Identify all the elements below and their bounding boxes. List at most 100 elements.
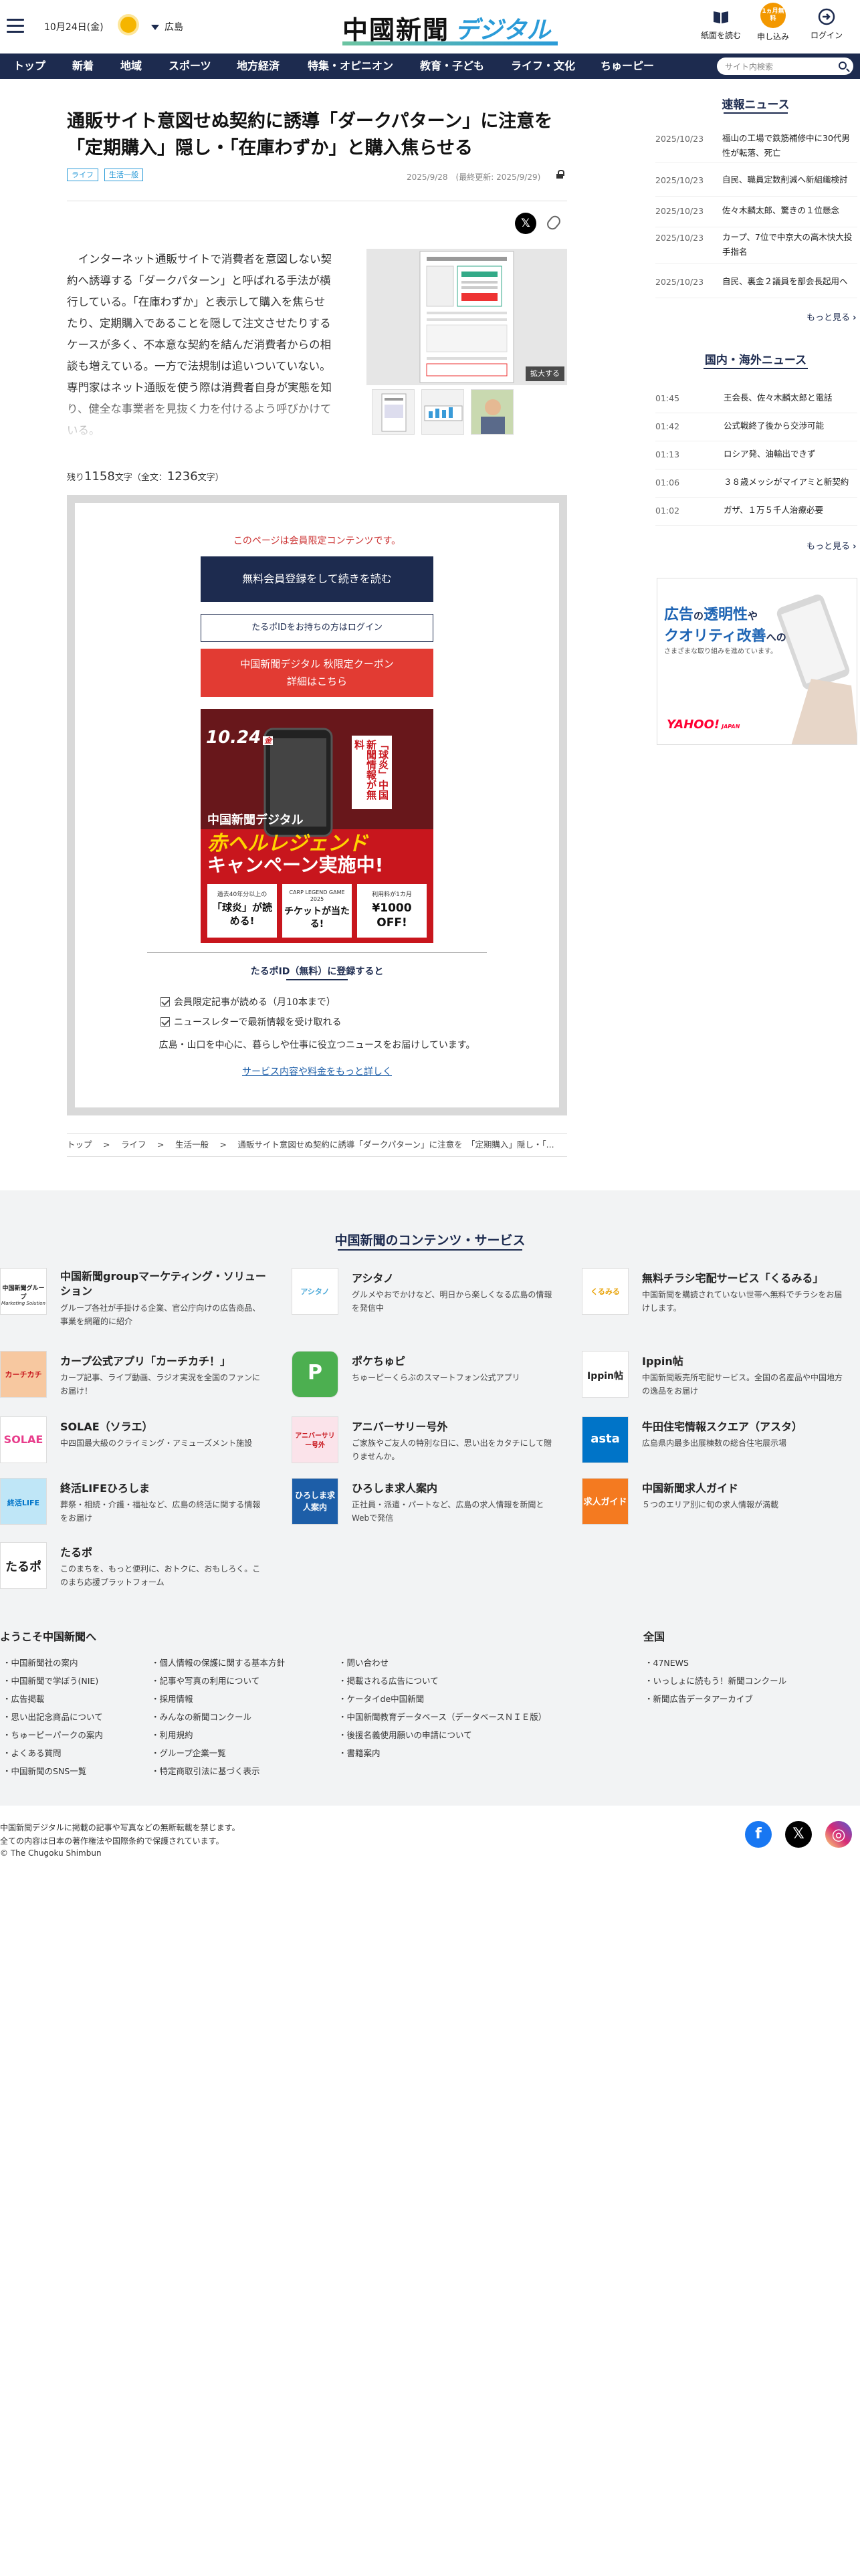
hamburger-menu-icon[interactable] xyxy=(7,19,24,33)
more-label: もっと見る xyxy=(807,542,851,552)
nav-item-top[interactable]: トップ xyxy=(13,53,45,79)
footer-link[interactable]: ・思い出記念商品について xyxy=(3,1710,103,1723)
nav-item-life[interactable]: ライフ・文化 xyxy=(511,53,575,79)
footer-link[interactable]: ・中国新聞のSNS一覧 xyxy=(3,1764,86,1777)
service-marketing[interactable]: 中国新聞グループ Marketing Solution 中国新聞groupマーケティ… xyxy=(0,1268,267,1326)
footer-link[interactable]: ・広告掲載 xyxy=(3,1692,45,1705)
breaking-news-item[interactable]: 2025/10/23 佐々木麟太郎、驚きの１位懸念 xyxy=(655,203,857,227)
footer-link[interactable]: ・掲載される広告について xyxy=(338,1674,439,1687)
thumbnail-1[interactable] xyxy=(372,389,415,435)
footer-link[interactable]: ・中国新聞社の案内 xyxy=(3,1656,78,1669)
service-desc: ちゅーピーくらぶのスマートフォン公式アプリ xyxy=(352,1373,520,1382)
footer-link[interactable]: ・採用情報 xyxy=(151,1692,193,1705)
search-icon[interactable] xyxy=(839,62,847,70)
share-x-button[interactable]: 𝕏 xyxy=(515,213,536,234)
world-news-item[interactable]: 01:45 王会長、佐々木麟太郎と電話 xyxy=(655,391,857,413)
breadcrumb-top[interactable]: トップ xyxy=(67,1140,92,1150)
taruPo-login-button[interactable]: たるポIDをお持ちの方はログイン xyxy=(201,614,433,642)
footer-link-text: 利用規約 xyxy=(159,1730,193,1740)
news-time: 2025/10/23 xyxy=(655,277,704,287)
thumbnail-2[interactable] xyxy=(421,389,464,435)
world-news-item[interactable]: 01:06 ３８歳メッシがマイアミと新契約 xyxy=(655,475,857,498)
footer-link[interactable]: ・いっしょに読もう！新聞コンクール xyxy=(645,1674,786,1687)
nav-item-education[interactable]: 教育・子ども xyxy=(420,53,484,79)
instagram-icon[interactable]: ◎ xyxy=(825,1821,852,1848)
breadcrumb-general[interactable]: 生活一般 xyxy=(175,1140,209,1150)
tag-general[interactable]: 生活一般 xyxy=(104,169,143,181)
nav-item-economy[interactable]: 地方経済 xyxy=(237,53,280,79)
current-date: 10月24日(金) xyxy=(44,22,104,33)
world-news-item[interactable]: 01:02 ガザ、１万５千人治療必要 xyxy=(655,503,857,526)
breaking-news-item[interactable]: 2025/10/23 カープ、7位で中京大の高木快大投手指名 xyxy=(655,230,857,263)
breaking-news-title: 速報ニュース xyxy=(722,98,790,112)
site-search[interactable]: サイト内検索 xyxy=(717,58,853,75)
footer-link[interactable]: ・問い合わせ xyxy=(338,1656,389,1669)
remaining-characters: 残り1158文字（全文：1236文字） xyxy=(67,469,224,484)
prefecture-selector[interactable]: 広島 xyxy=(151,20,183,33)
footer-link[interactable]: ・中国新聞教育データベース（データベースＮＩＥ版） xyxy=(338,1710,546,1723)
footer-link[interactable]: ・よくある質問 xyxy=(3,1746,62,1759)
service-anniversary[interactable]: アニバーサリー号外 アニバーサリー号外 ご家族やご友人の特別な日に、思い出をカタチに… xyxy=(292,1416,559,1463)
campaign-banner[interactable]: 10.24 金 「球炎」中国新聞情報が無料 中国新聞デジタル 赤ヘルレジェンド キ… xyxy=(201,709,433,943)
footer-link[interactable]: ・ケータイde中国新聞 xyxy=(338,1692,424,1705)
autumn-coupon-button[interactable]: 中国新聞デジタル 秋限定クーポン 詳細はこちら xyxy=(201,649,433,697)
footer-link[interactable]: ・特定商取引法に基づく表示 xyxy=(151,1764,260,1777)
service-job-guide[interactable]: 求人ガイド 中国新聞求人ガイド ５つのエリア別に旬の求人情報が満載 xyxy=(582,1478,849,1525)
login-button[interactable]: ログイン xyxy=(801,7,852,41)
footer-link[interactable]: ・中国新聞で学ぼう(NIE) xyxy=(3,1674,98,1687)
footer-link[interactable]: ・47NEWS xyxy=(645,1656,689,1669)
footer-link-text: 記事や写真の利用について xyxy=(159,1676,260,1686)
footer-link[interactable]: ・ちゅーピーパークの案内 xyxy=(3,1728,103,1741)
service-ippincho[interactable]: Ippin帖 Ippin帖 中国新聞販売所宅配サービス。全国の名産品や中国地方の逸品… xyxy=(582,1351,849,1398)
expand-image-button[interactable]: 拡大する xyxy=(526,366,564,381)
service-asta[interactable]: asta 牛田住宅情報スクエア（アスタ） 広島県内最多出展棟数の総合住宅展示場 xyxy=(582,1416,849,1463)
service-hiroshima-jobs[interactable]: ひろしま求人案内 ひろしま求人案内 正社員・派遣・パートなど、広島の求人情報を新聞と… xyxy=(292,1478,559,1525)
footer-link[interactable]: ・個人情報の保護に関する基本方針 xyxy=(151,1656,285,1669)
yahoo-ad-banner[interactable]: 広告の透明性や クオリティ改善への さまざまな取り組みを進めています。 YAHO… xyxy=(657,578,857,745)
site-logo[interactable]: 中國新聞 デジタル xyxy=(342,8,550,43)
service-carp-app[interactable]: カーチカチ カープ公式アプリ「カーチカチ！」 カープ記事、ライブ動画、ラジオ実況を全… xyxy=(0,1351,267,1398)
footer-link[interactable]: ・グループ企業一覧 xyxy=(151,1746,226,1759)
nav-item-sports[interactable]: スポーツ xyxy=(169,53,211,79)
footer-link[interactable]: ・利用規約 xyxy=(151,1728,193,1741)
member-only-notice: このページは会員限定コンテンツです。 xyxy=(233,536,401,546)
apply-button[interactable]: 1ヵ月無料 申し込み xyxy=(748,3,798,42)
ad-line-1: 広告の透明性や xyxy=(664,603,758,624)
service-kurumiru[interactable]: くるみる 無料チラシ宅配サービス「くるみる」 中国新聞を購読されていない世帯へ無料で… xyxy=(582,1268,849,1321)
world-news-item[interactable]: 01:13 ロシア発、油輸出できず xyxy=(655,447,857,469)
footer-link[interactable]: ・みんなの新聞コンクール xyxy=(151,1710,251,1723)
breaking-news-item[interactable]: 2025/10/23 福山の工場で鉄筋補修中に30代男性が転落、死亡 xyxy=(655,131,857,163)
x-icon[interactable]: 𝕏 xyxy=(785,1821,812,1848)
nav-item-new[interactable]: 新着 xyxy=(72,53,94,79)
breadcrumb-life[interactable]: ライフ xyxy=(121,1140,146,1150)
search-input[interactable]: サイト内検索 xyxy=(725,62,773,72)
service-pokechupi[interactable]: P ポケちゅピ ちゅーピーくらぶのスマートフォン公式アプリ xyxy=(292,1351,559,1398)
register-button[interactable]: 無料会員登録をして続きを読む xyxy=(201,556,433,602)
service-tarupo[interactable]: たるポ たるポ このまちを、もっと便利に、おトクに、おもしろく。このまち応援プラット… xyxy=(0,1542,267,1589)
footer-link[interactable]: ・新聞広告データアーカイブ xyxy=(645,1692,753,1705)
service-solae[interactable]: SOLAE SOLAE（ソラエ） 中四国最大級のクライミング・アミューズメント施設 xyxy=(0,1416,267,1463)
campaign-box-1: 過去40年分以上の 「球炎」が読める! xyxy=(207,884,277,938)
world-more-link[interactable]: もっと見る › xyxy=(807,539,857,552)
news-title: ロシア発、油輸出できず xyxy=(724,449,816,459)
nav-item-region[interactable]: 地域 xyxy=(120,53,142,79)
service-details-link[interactable]: サービス内容や料金をもっと詳しく xyxy=(75,1065,559,1078)
footer-link[interactable]: ・書籍案内 xyxy=(338,1746,381,1759)
service-ashitano[interactable]: アシタノ アシタノ グルメやおでかけなど、明日から楽しくなる広島の情報を発信中 xyxy=(292,1268,559,1321)
dark-pattern-screenshot-illustration xyxy=(366,249,567,385)
breaking-more-link[interactable]: もっと見る › xyxy=(807,310,857,323)
breaking-news-item[interactable]: 2025/10/23 自民、裏金２議員を部会長起用へ xyxy=(655,274,857,298)
world-news-item[interactable]: 01:42 公式戦終了後から交渉可能 xyxy=(655,419,857,441)
nav-item-opinion[interactable]: 特集・オピニオン xyxy=(308,53,393,79)
nav-item-chupea[interactable]: ちゅーピー xyxy=(601,53,654,79)
facebook-icon[interactable]: f xyxy=(745,1821,772,1848)
thumbnail-3[interactable] xyxy=(471,389,514,435)
footer-link[interactable]: ・後援名義使用願いの申請について xyxy=(338,1728,472,1741)
tag-life[interactable]: ライフ xyxy=(67,169,98,181)
footer-link[interactable]: ・記事や写真の利用について xyxy=(151,1674,259,1687)
read-paper-button[interactable]: 紙面を読む xyxy=(695,7,746,41)
service-shukatsu[interactable]: 終活LIFE 終活LIFEひろしま 葬祭・相続・介護・福祉など、広島の終活に関する情… xyxy=(0,1478,267,1525)
copy-link-icon[interactable] xyxy=(544,213,563,232)
breaking-news-item[interactable]: 2025/10/23 自民、職員定数削減へ新組織検討 xyxy=(655,173,857,197)
article-main-image[interactable] xyxy=(366,249,567,385)
